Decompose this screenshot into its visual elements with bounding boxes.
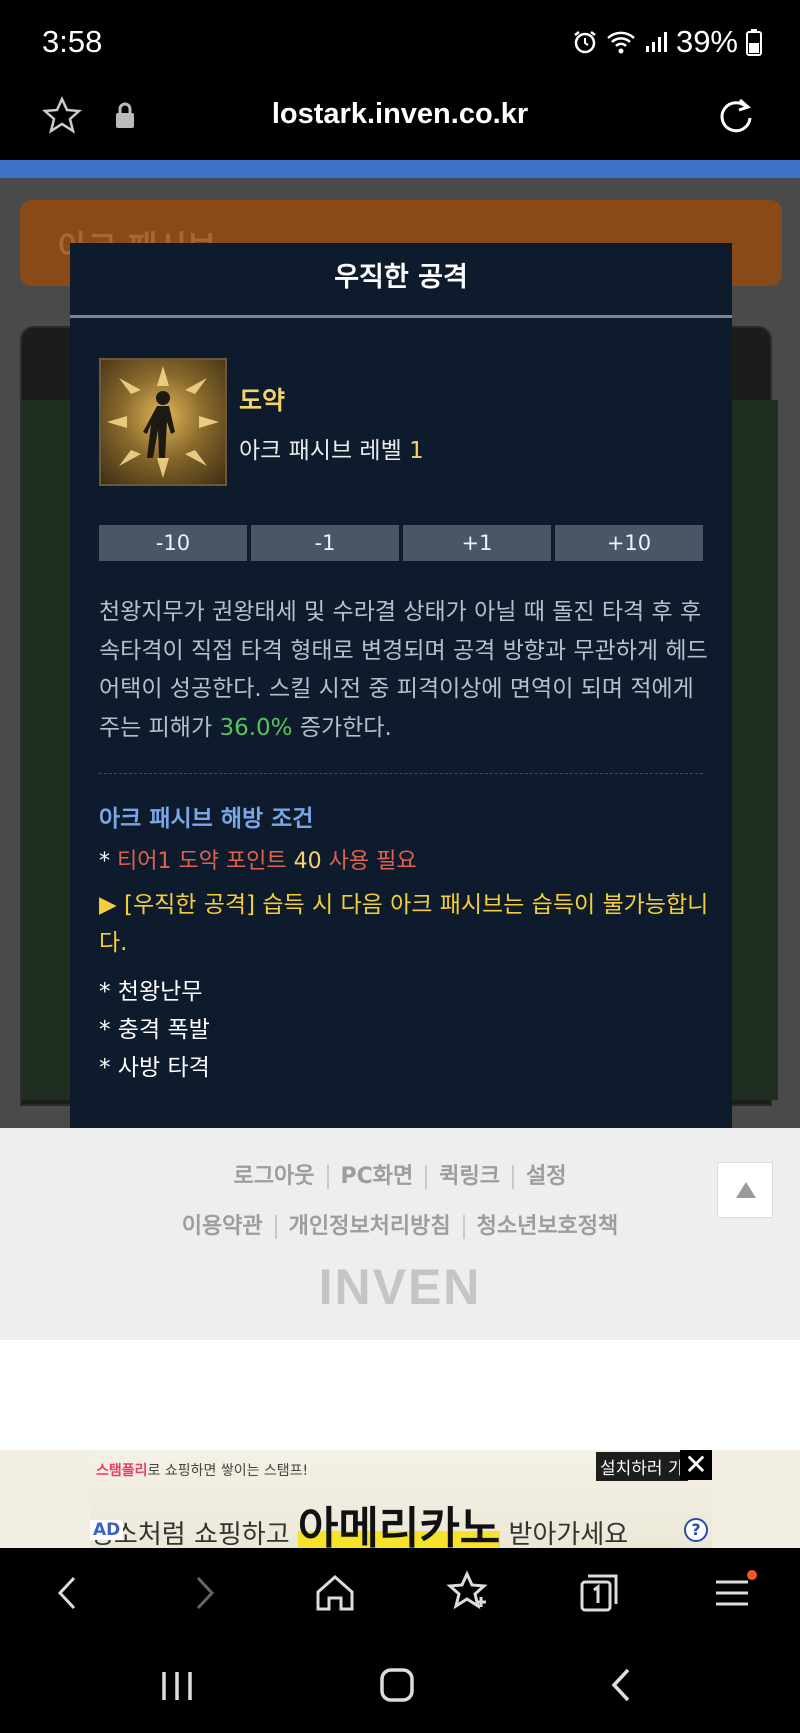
inven-logo[interactable]: INVEN bbox=[0, 1258, 800, 1316]
link-separator bbox=[462, 1215, 465, 1239]
description-highlight: 36.0% bbox=[219, 714, 293, 741]
section-divider bbox=[99, 773, 703, 774]
plus-1-button[interactable]: +1 bbox=[403, 525, 551, 561]
url-text[interactable]: lostark.inven.co.kr bbox=[0, 98, 800, 131]
skill-name: 도약 bbox=[239, 386, 286, 415]
back-icon[interactable] bbox=[44, 1568, 94, 1618]
system-navigation bbox=[0, 1638, 800, 1733]
ad-headline-big: 아메리카노 bbox=[297, 1503, 501, 1554]
minus-10-button[interactable]: -10 bbox=[99, 525, 247, 561]
ad-brand: 스탬플리 bbox=[96, 1463, 148, 1479]
forward-icon[interactable] bbox=[178, 1568, 228, 1618]
site-footer: 로그아웃 PC화면 퀵링크 설정 이용약관 개인정보처리방침 청소년보호정책 INVEN bbox=[0, 1128, 800, 1340]
tabs-icon[interactable] bbox=[574, 1568, 624, 1618]
browser-toolbar bbox=[0, 1548, 800, 1638]
condition-prefix: * bbox=[99, 849, 117, 874]
condition-line: * 티어1 도약 포인트 40 사용 필요 bbox=[99, 843, 417, 875]
skill-modal: 우직한 공격 도약 아크 패시브 레벨 1 -10 -1 +1 +10 천왕지무… bbox=[70, 243, 732, 1128]
quicklink-link[interactable]: 퀵링크 bbox=[439, 1164, 500, 1189]
youth-policy-link[interactable]: 청소년보호정책 bbox=[477, 1214, 619, 1239]
condition-requirement: 티어1 도약 포인트 bbox=[117, 849, 294, 874]
condition-points: 40 bbox=[293, 849, 322, 874]
system-back-icon[interactable] bbox=[598, 1660, 648, 1710]
wifi-icon bbox=[607, 31, 635, 54]
skill-description: 천왕지무가 권왕태세 및 수라결 상태가 아닐 때 돌진 타격 후 후속타격이 … bbox=[99, 593, 711, 747]
terms-link[interactable]: 이용약관 bbox=[182, 1214, 263, 1239]
skill-level-label: 아크 패시브 레벨 bbox=[239, 438, 402, 464]
status-bar: 3:58 39% bbox=[0, 0, 800, 84]
battery-percent: 39% bbox=[675, 24, 738, 59]
excluded-item: * 사방 타격 bbox=[99, 1055, 210, 1081]
condition-title: 아크 패시브 해방 조건 bbox=[99, 806, 314, 832]
ad-headline-post: 받아가세요 bbox=[500, 1520, 629, 1550]
settings-link[interactable]: 설정 bbox=[526, 1164, 566, 1189]
excluded-list: * 천왕난무 * 충격 폭발 * 사방 타격 bbox=[99, 973, 210, 1087]
status-time: 3:58 bbox=[42, 24, 103, 59]
modal-divider bbox=[70, 315, 732, 318]
home-icon[interactable] bbox=[310, 1568, 360, 1618]
link-separator bbox=[425, 1165, 428, 1189]
level-buttons: -10 -1 +1 +10 bbox=[99, 525, 703, 561]
page-header-strip bbox=[0, 160, 800, 178]
skill-level-value: 1 bbox=[409, 438, 424, 464]
modal-title: 우직한 공격 bbox=[334, 262, 468, 293]
condition-suffix: 사용 필요 bbox=[321, 849, 417, 874]
ad-content[interactable]: 스탬플리로 쇼핑하면 쌓이는 스탬프! 평소처럼 쇼핑하고 아메리카노 받아가세… bbox=[90, 1450, 712, 1554]
bookmarks-icon[interactable] bbox=[442, 1568, 492, 1618]
menu-icon[interactable] bbox=[708, 1568, 758, 1618]
ad-headline: 평소처럼 쇼핑하고 아메리카노 받아가세요 bbox=[90, 1492, 628, 1556]
pc-view-link[interactable]: PC화면 bbox=[341, 1164, 414, 1189]
reload-icon[interactable] bbox=[716, 96, 756, 136]
ad-subtitle: 스탬플리로 쇼핑하면 쌓이는 스탬프! bbox=[96, 1460, 308, 1480]
excluded-item: * 천왕난무 bbox=[99, 979, 203, 1005]
status-icons: 39% bbox=[572, 24, 762, 60]
ad-banner[interactable]: 스탬플리로 쇼핑하면 쌓이는 스탬프! 평소처럼 쇼핑하고 아메리카노 받아가세… bbox=[0, 1450, 800, 1554]
blank-area bbox=[0, 1340, 800, 1450]
ad-install-button[interactable]: 설치하러 가 bbox=[596, 1452, 688, 1481]
signal-icon bbox=[645, 32, 667, 52]
link-separator bbox=[274, 1215, 277, 1239]
alarm-icon bbox=[574, 31, 596, 54]
skill-icon bbox=[99, 358, 227, 486]
link-separator bbox=[511, 1165, 514, 1189]
battery-icon bbox=[746, 29, 762, 56]
minus-1-button[interactable]: -1 bbox=[251, 525, 399, 561]
exclusion-warning: ▶ [우직한 공격] 습득 시 다음 아크 패시브는 습득이 불가능합니다. bbox=[99, 892, 709, 956]
description-text-2: 증가한다. bbox=[292, 714, 392, 741]
ad-help-icon[interactable]: ? bbox=[684, 1518, 708, 1542]
privacy-link[interactable]: 개인정보처리방침 bbox=[289, 1214, 451, 1239]
scroll-top-button[interactable] bbox=[717, 1162, 773, 1218]
url-bar: lostark.inven.co.kr bbox=[0, 84, 800, 160]
figure-icon bbox=[107, 366, 219, 478]
plus-10-button[interactable]: +10 bbox=[555, 525, 703, 561]
skill-level: 아크 패시브 레벨 1 bbox=[239, 431, 424, 465]
recent-apps-icon[interactable] bbox=[152, 1660, 202, 1710]
screen: 3:58 39% lostark.inven.co.kr 아크 패시브 우직한 … bbox=[0, 0, 800, 1733]
link-separator bbox=[326, 1165, 329, 1189]
ad-tag: AD bbox=[90, 1520, 124, 1540]
footer-links-primary: 로그아웃 PC화면 퀵링크 설정 bbox=[0, 1158, 800, 1190]
excluded-item: * 충격 폭발 bbox=[99, 1017, 210, 1043]
ad-close-button[interactable]: ✕ bbox=[680, 1450, 712, 1480]
logout-link[interactable]: 로그아웃 bbox=[234, 1164, 315, 1189]
home-button-icon[interactable] bbox=[372, 1660, 422, 1710]
footer-links-secondary: 이용약관 개인정보처리방침 청소년보호정책 bbox=[0, 1208, 800, 1240]
triangle-up-icon bbox=[736, 1182, 756, 1198]
description-text-1: 천왕지무가 권왕태세 및 수라결 상태가 아닐 때 돌진 타격 후 후속타격이 … bbox=[99, 599, 708, 741]
ad-subtitle-text: 로 쇼핑하면 쌓이는 스탬프! bbox=[147, 1463, 309, 1479]
